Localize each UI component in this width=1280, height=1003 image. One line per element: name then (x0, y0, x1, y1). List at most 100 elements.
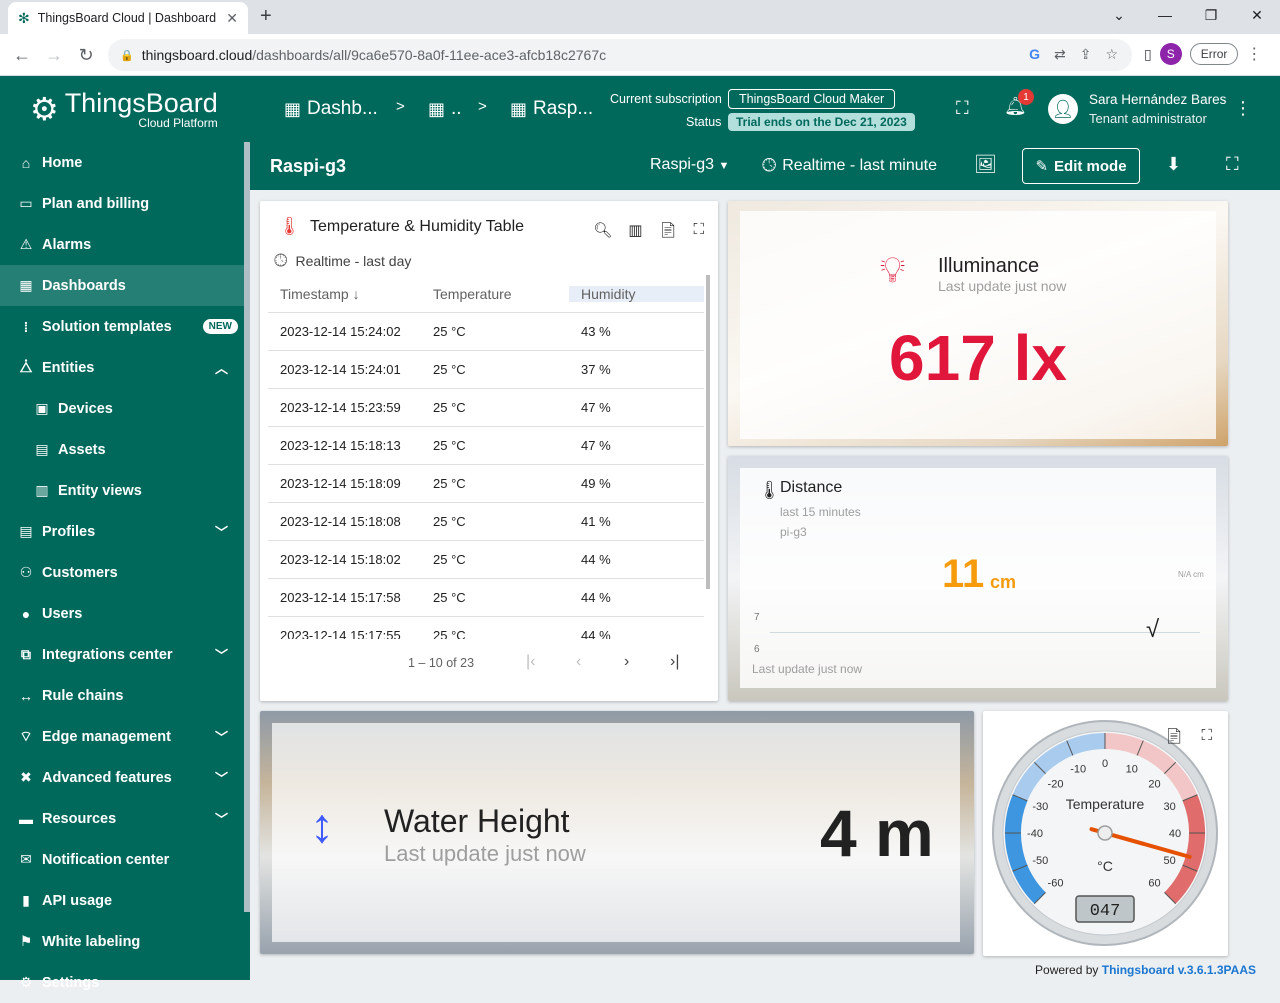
bookmark-star-icon[interactable]: ☆ (1105, 46, 1118, 63)
restore-icon[interactable]: ❐ (1188, 0, 1234, 30)
table-row[interactable]: 2023-12-14 15:18:13 25 °C 47 % (268, 427, 704, 465)
widget-timewindow[interactable]: 🕓︎ Realtime - last day (274, 251, 411, 271)
sparkline-baseline (770, 632, 1200, 633)
google-icon[interactable]: G (1029, 46, 1040, 63)
table-scrollbar[interactable] (706, 275, 710, 589)
temperature-cell: 25 °C (433, 476, 466, 491)
sidebar-item-api-usage[interactable]: ▮ API usage (0, 880, 250, 921)
sidebar-item-home[interactable]: ⌂ Home (0, 142, 250, 183)
fullscreen-icon[interactable]: ⛶ (693, 221, 704, 239)
column-header-humidity[interactable]: Humidity (569, 285, 704, 302)
gauge-tick-label: 20 (1148, 779, 1160, 791)
download-icon[interactable]: ⬇ (1166, 154, 1181, 175)
table-row[interactable]: 2023-12-14 15:23:59 25 °C 47 % (268, 389, 704, 427)
last-page-icon[interactable]: ›| (670, 653, 679, 671)
new-tab-icon[interactable]: + (260, 5, 272, 28)
sidebar-item-edge-management[interactable]: ⌔ Edge management ﹀ (0, 716, 250, 757)
table-row[interactable]: 2023-12-14 15:18:09 25 °C 49 % (268, 465, 704, 503)
sidebar-item-alarms[interactable]: ⚠ Alarms (0, 224, 250, 265)
sidebar-item-white-labeling[interactable]: ⚑ White labeling (0, 921, 250, 962)
breadcrumb-dashboards[interactable]: ▦ Dashb... (284, 98, 378, 120)
user-avatar[interactable]: 👤︎ (1048, 94, 1078, 124)
customers-icon: ⚇ (19, 564, 33, 580)
chevron-down-icon[interactable]: ﹀ (215, 645, 228, 664)
export-icon[interactable]: 📄︎ (658, 221, 677, 239)
share-icon[interactable]: ⇪ (1080, 46, 1092, 63)
sidebar-item-entity-views[interactable]: ▥ Entity views (0, 470, 250, 511)
first-page-icon[interactable]: |‹ (526, 653, 535, 671)
gauge-tick-label: -60 (1048, 877, 1064, 889)
chevron-down-icon[interactable]: ﹀ (215, 727, 228, 746)
sidebar-item-solution-templates[interactable]: ⁞ Solution templates NEW (0, 306, 250, 347)
sidebar-item-profiles[interactable]: ▤ Profiles ﹀ (0, 511, 250, 552)
more-vert-icon[interactable]: ⋮ (1234, 98, 1252, 119)
sidebar-item-assets[interactable]: ▤ Assets (0, 429, 250, 470)
column-header-temperature[interactable]: Temperature (421, 286, 569, 302)
user-name[interactable]: Sara Hernández Bares (1089, 92, 1226, 107)
sidebar-item-users[interactable]: ● Users (0, 593, 250, 634)
sidebar-item-settings[interactable]: ⚙ Settings (0, 962, 250, 1003)
reload-icon[interactable]: ↻ (74, 43, 98, 67)
columns-icon[interactable]: ▥ (628, 221, 642, 239)
sidebar-item-advanced-features[interactable]: ✖ Advanced features ﹀ (0, 757, 250, 798)
side-panel-icon[interactable]: ▯ (1144, 46, 1152, 63)
sidebar-item-entities[interactable]: ⧊ Entities ︿ (0, 347, 250, 388)
address-bar[interactable]: 🔒 thingsboard.cloud/dashboards/all/9ca6e… (108, 39, 1132, 71)
logo[interactable]: ⚙ ThingsBoard Cloud Platform (0, 76, 250, 142)
table-row[interactable]: 2023-12-14 15:24:01 25 °C 37 % (268, 351, 704, 389)
thingsboard-favicon-icon: ✻ (18, 9, 30, 26)
sidebar-item-integrations-center[interactable]: ⧉ Integrations center ﹀ (0, 634, 250, 675)
subscription-pill[interactable]: ThingsBoard Cloud Maker (728, 89, 896, 109)
forward-icon[interactable]: → (42, 43, 66, 67)
sidebar-item-dashboards[interactable]: ▦ Dashboards (0, 265, 250, 306)
table-row[interactable]: 2023-12-14 15:24:02 25 °C 43 % (268, 313, 704, 351)
thingsboard-version-link[interactable]: Thingsboard v.3.6.1.3PAAS (1102, 963, 1256, 977)
browser-menu-icon[interactable]: ⋮ (1246, 44, 1262, 64)
devices-icon: ▣ (35, 400, 49, 416)
table-row[interactable]: 2023-12-14 15:18:02 25 °C 44 % (268, 541, 704, 579)
table-row[interactable]: 2023-12-14 15:17:55 25 °C 44 % (268, 617, 704, 639)
white-labeling-icon: ⚑ (19, 933, 33, 949)
breadcrumb-group[interactable]: ▦.. (428, 98, 462, 120)
chevron-down-icon[interactable]: ﹀ (215, 768, 228, 787)
minimize-icon[interactable]: — (1142, 0, 1188, 30)
sidebar-item-plan-and-billing[interactable]: ▭ Plan and billing (0, 183, 250, 224)
sidebar-item-resources[interactable]: ▬ Resources ﹀ (0, 798, 250, 839)
previous-page-icon[interactable]: ‹ (576, 653, 581, 671)
entities-icon: ⧊ (19, 359, 33, 375)
next-page-icon[interactable]: › (624, 653, 629, 671)
close-window-icon[interactable]: ✕ (1234, 0, 1280, 30)
sidebar-item-notification-center[interactable]: ✉ Notification center (0, 839, 250, 880)
breadcrumb-separator: > (478, 98, 487, 115)
error-button[interactable]: Error (1189, 43, 1239, 65)
sidebar-item-customers[interactable]: ⚇ Customers (0, 552, 250, 593)
subscription-label: Current subscription (610, 92, 722, 106)
sidebar-item-devices[interactable]: ▣ Devices (0, 388, 250, 429)
export-icon[interactable]: 📄︎ (1164, 727, 1183, 745)
table-row[interactable]: 2023-12-14 15:17:58 25 °C 44 % (268, 579, 704, 617)
temperature-humidity-table-widget: 🌡︎ Temperature & Humidity Table 🔍︎ ▥ 📄︎ … (260, 201, 718, 701)
chevron-down-icon[interactable]: ﹀ (215, 809, 228, 828)
browser-tab[interactable]: ✻ ThingsBoard Cloud | Dashboard ✕ (8, 2, 248, 34)
column-header-timestamp[interactable]: Timestamp ↓ (268, 286, 421, 302)
fullscreen-icon[interactable]: ⛶ (956, 98, 969, 119)
search-icon[interactable]: 🔍︎ (593, 221, 612, 239)
chevron-down-icon[interactable]: ﹀ (215, 522, 228, 541)
back-icon[interactable]: ← (10, 43, 34, 67)
timewindow-select[interactable]: 🕓︎ Realtime - last minute (762, 155, 937, 176)
state-select[interactable]: Raspi-g3 ▼ (650, 156, 729, 174)
close-tab-icon[interactable]: ✕ (226, 10, 238, 27)
table-row[interactable]: 2023-12-14 15:18:08 25 °C 41 % (268, 503, 704, 541)
fullscreen-icon[interactable]: ⛶ (1201, 727, 1212, 745)
translate-icon[interactable]: ⇄ (1054, 46, 1066, 63)
image-export-icon[interactable]: 🖼︎ (974, 154, 997, 175)
chevron-down-icon[interactable]: ⌄ (1096, 0, 1142, 30)
users-icon: ● (21, 605, 31, 622)
sidebar-scrollbar[interactable] (244, 142, 250, 912)
profile-avatar[interactable]: S (1159, 43, 1182, 65)
chevron-up-icon[interactable]: ︿ (215, 358, 228, 377)
edit-mode-button[interactable]: ✎ Edit mode (1022, 148, 1140, 184)
sidebar-item-rule-chains[interactable]: ↔ Rule chains (0, 675, 250, 716)
timestamp-cell: 2023-12-14 15:18:09 (280, 476, 401, 491)
fullscreen-icon[interactable]: ⛶ (1226, 154, 1239, 175)
